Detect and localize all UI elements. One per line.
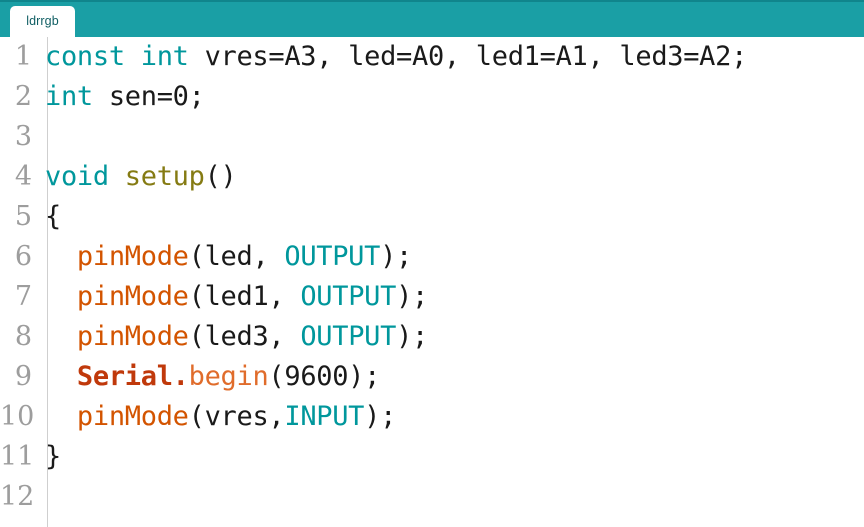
line-number: 2 <box>14 81 32 112</box>
line-number: 9 <box>14 361 32 392</box>
code-token: ); <box>396 321 428 352</box>
code-token: (led, <box>188 241 285 272</box>
code-editor[interactable]: 1 const int vres=A3, led=A0, led1=A1, led… <box>0 37 864 527</box>
code-token: int <box>45 81 93 112</box>
code-token: pinMode <box>76 321 189 352</box>
code-token: (led3, <box>188 321 301 352</box>
line-content[interactable]: pinMode(vres,INPUT); <box>40 397 864 437</box>
code-token: pinMode <box>76 281 189 312</box>
code-token: vres=A3, led=A0, led1=A1, led3=A2; <box>188 41 748 72</box>
code-line[interactable]: 2 int sen=0; <box>0 77 864 117</box>
code-token: sen=0; <box>92 81 205 112</box>
line-content[interactable]: pinMode(led1, OUTPUT); <box>40 277 864 317</box>
line-content[interactable]: const int vres=A3, led=A0, led1=A1, led3… <box>40 37 864 77</box>
code-line[interactable]: 3 <box>0 117 864 157</box>
code-token: ); <box>396 281 428 312</box>
line-content[interactable]: int sen=0; <box>40 77 864 117</box>
code-line[interactable]: 7 pinMode(led1, OUTPUT); <box>0 277 864 317</box>
code-token: } <box>45 441 61 472</box>
code-token: ); <box>364 401 397 432</box>
code-token: const int <box>45 41 189 72</box>
tab-ldrrgb[interactable]: ldrrgb <box>10 6 75 37</box>
code-token: INPUT <box>284 401 365 432</box>
code-token: (9600); <box>268 361 381 392</box>
line-content[interactable]: pinMode(led3, OUTPUT); <box>40 317 864 357</box>
code-token: begin <box>188 361 269 392</box>
line-number: 10 <box>0 401 35 432</box>
code-token: . <box>172 361 189 392</box>
line-number: 5 <box>14 201 32 232</box>
tab-label: ldrrgb <box>26 14 59 29</box>
line-number: 7 <box>14 281 32 312</box>
code-token: OUTPUT <box>300 321 397 352</box>
line-number: 12 <box>0 481 35 512</box>
code-token: pinMode <box>76 401 189 432</box>
code-token: Serial <box>76 361 173 392</box>
line-content[interactable] <box>40 117 864 157</box>
line-content[interactable]: Serial.begin(9600); <box>40 357 864 397</box>
code-line[interactable]: 5{ <box>0 197 864 237</box>
code-line[interactable]: 12 <box>0 477 864 517</box>
line-number: 6 <box>14 241 32 272</box>
line-number: 11 <box>0 441 35 472</box>
code-token: OUTPUT <box>300 281 397 312</box>
code-line[interactable]: 10 pinMode(vres,INPUT); <box>0 397 864 437</box>
line-content[interactable]: void setup() <box>40 157 864 197</box>
code-token: (led1, <box>188 281 301 312</box>
line-content[interactable] <box>40 477 864 517</box>
code-line[interactable]: 8 pinMode(led3, OUTPUT); <box>0 317 864 357</box>
code-token: pinMode <box>76 241 189 272</box>
code-token: setup <box>124 161 205 192</box>
code-area[interactable]: 1 const int vres=A3, led=A0, led1=A1, led… <box>0 37 864 527</box>
line-number: 8 <box>14 321 32 352</box>
code-line[interactable]: 9 Serial.begin(9600); <box>0 357 864 397</box>
line-number: 4 <box>14 161 32 192</box>
line-number: 3 <box>14 121 32 152</box>
code-line[interactable]: 4 void setup() <box>0 157 864 197</box>
code-token: void <box>45 161 109 192</box>
editor-window: ldrrgb 1 const int vres=A3, led=A0, led1=… <box>0 0 864 527</box>
code-token: { <box>45 201 61 232</box>
line-content[interactable]: pinMode(led, OUTPUT); <box>40 237 864 277</box>
code-token: OUTPUT <box>284 241 381 272</box>
code-line[interactable]: 1 const int vres=A3, led=A0, led1=A1, led… <box>0 37 864 77</box>
line-content[interactable]: { <box>40 197 864 237</box>
code-line[interactable]: 11} <box>0 437 864 477</box>
code-token: (vres, <box>188 401 285 432</box>
line-content[interactable]: } <box>40 437 864 477</box>
tab-bar: ldrrgb <box>0 0 864 37</box>
code-line[interactable]: 6 pinMode(led, OUTPUT); <box>0 237 864 277</box>
code-token: () <box>204 161 237 192</box>
line-number: 1 <box>14 41 32 72</box>
code-token: ); <box>380 241 413 272</box>
